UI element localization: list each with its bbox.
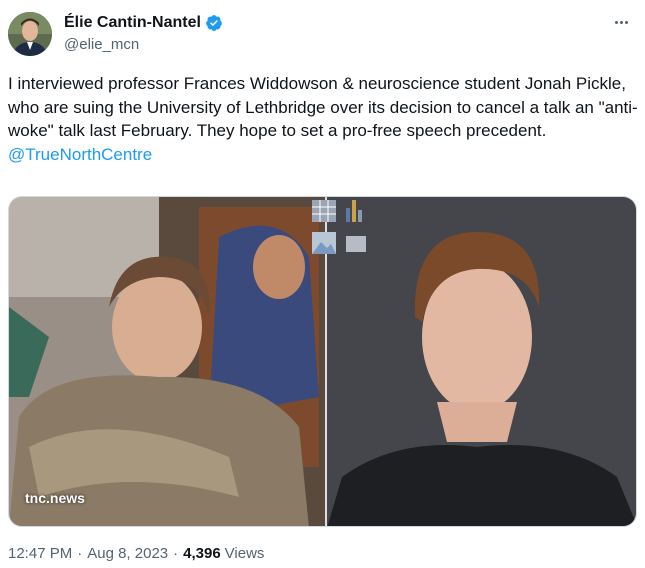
tweet-body: I interviewed professor Frances Widdowso… xyxy=(8,74,638,140)
tweet-time[interactable]: 12:47 PM xyxy=(8,545,72,562)
photo-right[interactable] xyxy=(327,197,636,526)
media-overlay-icons xyxy=(312,198,372,256)
photo-left[interactable]: tnc.news xyxy=(9,197,325,526)
avatar[interactable] xyxy=(8,12,52,56)
tweet-meta: 12:47 PM · Aug 8, 2023 · 4,396 Views xyxy=(8,545,264,562)
image-placeholder-icon xyxy=(312,200,366,254)
author-block: Élie Cantin-Nantel @elie_mcn xyxy=(64,12,223,53)
author-name[interactable]: Élie Cantin-Nantel xyxy=(64,14,201,32)
tweet-card: Élie Cantin-Nantel @elie_mcn I interview… xyxy=(0,0,645,568)
views-count: 4,396 xyxy=(183,545,221,562)
more-options-icon[interactable] xyxy=(609,12,633,32)
views-label: Views xyxy=(224,545,265,562)
meta-separator: · xyxy=(173,545,179,562)
avatar-image xyxy=(8,12,52,56)
mention-link[interactable]: @TrueNorthCentre xyxy=(8,145,152,164)
tweet-date[interactable]: Aug 8, 2023 xyxy=(87,545,168,562)
verified-badge-icon[interactable] xyxy=(205,14,223,32)
author-handle[interactable]: @elie_mcn xyxy=(64,36,223,53)
tweet-text: I interviewed professor Frances Widdowso… xyxy=(8,72,638,166)
meta-separator: · xyxy=(77,545,83,562)
media-watermark: tnc.news xyxy=(25,490,85,506)
author-name-row: Élie Cantin-Nantel xyxy=(64,12,223,34)
